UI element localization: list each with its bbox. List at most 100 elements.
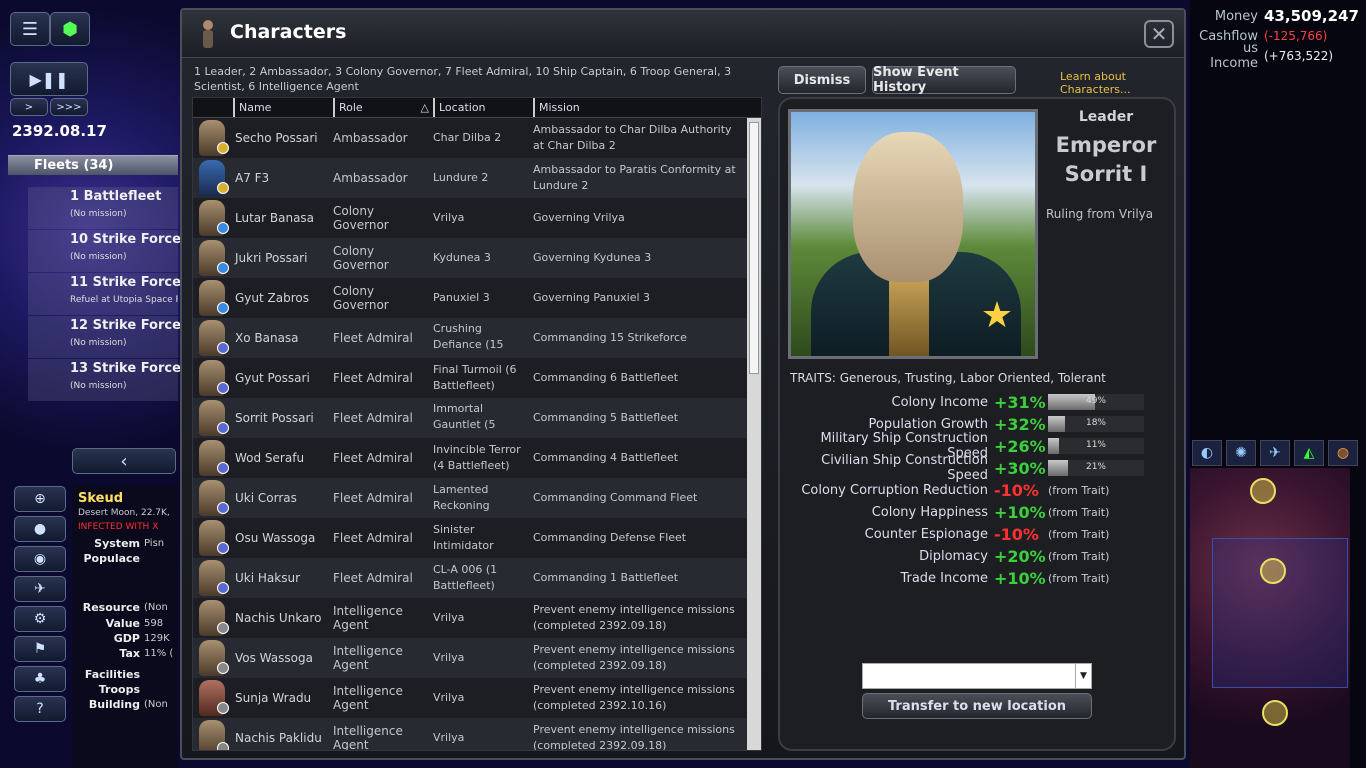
ship-icon[interactable]: ✈ <box>1260 440 1290 466</box>
table-row[interactable]: Wod Serafu Fleet Admiral Invincible Terror… <box>193 438 761 478</box>
target-button[interactable]: ⊕ <box>14 486 66 512</box>
show-event-history-button[interactable]: Show Event History <box>872 65 1016 95</box>
table-row[interactable]: Lutar Banasa Colony Governor Vrilya Governi… <box>193 198 761 238</box>
column-mission[interactable]: Mission <box>533 98 747 117</box>
planet-alert: INFECTED WITH X <box>78 522 159 532</box>
dismiss-button[interactable]: Dismiss <box>778 66 866 94</box>
eye-button[interactable]: ◉ <box>14 546 66 572</box>
bonus-bar-label: 11% <box>1085 440 1106 450</box>
location-select[interactable]: ▼ <box>862 663 1092 689</box>
cell-name: Wod Serafu <box>235 451 305 465</box>
character-avatar <box>193 478 233 518</box>
column-location[interactable]: Location <box>433 98 533 117</box>
fleet-item[interactable]: 1 Battlefleet (No mission) <box>28 187 178 229</box>
speed-max-button[interactable]: >>> <box>50 98 88 116</box>
fleets-header[interactable]: Fleets (34) <box>8 155 178 175</box>
role-badge-icon <box>217 222 229 234</box>
fleet-status: Refuel at Utopia Space Po <box>70 295 178 305</box>
cell-location: Crushing Defiance (15 Strikeforce) <box>433 322 504 355</box>
menu-button[interactable]: ☰ <box>10 12 50 46</box>
play-pause-button[interactable]: ▶❚❚ <box>10 62 88 96</box>
bonus-label: Colony Income <box>891 394 989 410</box>
cell-name: Lutar Banasa <box>235 211 315 225</box>
role-badge-icon <box>217 302 229 314</box>
column-name[interactable]: Name <box>233 98 333 117</box>
table-row[interactable]: Vos Wassoga Intelligence Agent Vrilya Preve… <box>193 638 761 678</box>
cell-mission: Commanding 1 Battlefleet <box>533 571 679 584</box>
planet-view-button[interactable]: ● <box>14 516 66 542</box>
cell-name: Uki Haksur <box>235 571 300 585</box>
table-row[interactable]: Gyut Possari Fleet Admiral Final Turmoil (… <box>193 358 761 398</box>
planet-field: Populace <box>83 552 141 565</box>
bonus-value: +10% <box>994 568 1046 588</box>
table-row[interactable]: Sorrit Possari Fleet Admiral Immortal Gaun… <box>193 398 761 438</box>
globe-icon[interactable]: ◍ <box>1328 440 1358 466</box>
character-avatar <box>193 598 233 638</box>
cell-mission: Ambassador to Char Dilba Authority at Ch… <box>533 123 732 152</box>
cell-role: Fleet Admiral <box>333 331 413 345</box>
character-location: Ruling from Vrilya <box>1046 207 1154 221</box>
table-row[interactable]: Osu Wassoga Fleet Admiral Sinister Intimid… <box>193 518 761 558</box>
learn-link[interactable]: Learn about Characters... <box>1060 70 1184 96</box>
cell-mission: Governing Vrilya <box>533 211 625 224</box>
flag-button[interactable]: ⚑ <box>14 636 66 662</box>
fleet-name: 1 Battlefleet <box>70 189 162 204</box>
table-row[interactable]: Gyut Zabros Colony Governor Panuxiel 3 Gove… <box>193 278 761 318</box>
cell-name: Jukri Possari <box>235 251 308 265</box>
cell-mission: Prevent enemy intelligence missions (com… <box>533 603 735 632</box>
cell-location: Vrilya <box>433 731 465 744</box>
table-row[interactable]: Nachis Unkaro Intelligence Agent Vrilya Pre… <box>193 598 761 638</box>
fleet-item[interactable]: 13 Strike Force (No mission) <box>28 359 181 401</box>
planet-icon[interactable]: ◐ <box>1192 440 1222 466</box>
table-row[interactable]: Nachis Paklidu Intelligence Agent Vrilya Pr… <box>193 718 761 750</box>
cell-location: Final Turmoil (6 Battlefleet) <box>433 363 517 392</box>
help-button[interactable]: ⬢ <box>50 12 90 46</box>
cell-mission: Commanding Defense Fleet <box>533 531 687 544</box>
fleet-status: (No mission) <box>70 209 127 219</box>
galaxy-icon[interactable]: ✺ <box>1226 440 1256 466</box>
ship-button[interactable]: ✈ <box>14 576 66 602</box>
troops-button[interactable]: ♣ <box>14 666 66 692</box>
character-avatar <box>193 358 233 398</box>
character-avatar <box>193 238 233 278</box>
table-row[interactable]: Sunja Wradu Intelligence Agent Vrilya Preve… <box>193 678 761 718</box>
table-row[interactable]: Jukri Possari Colony Governor Kydunea 3 Gov… <box>193 238 761 278</box>
planet-name: Skeud <box>78 491 124 506</box>
fleet-status: (No mission) <box>70 381 127 391</box>
bonus-source: (from Trait) <box>1048 571 1110 585</box>
table-row[interactable]: Uki Haksur Fleet Admiral CL-A 006 (1 Battl… <box>193 558 761 598</box>
chevron-down-icon[interactable]: ▼ <box>1075 664 1091 688</box>
fleet-name: 12 Strike Force <box>70 318 181 333</box>
cell-role: Fleet Admiral <box>333 531 413 545</box>
close-button[interactable]: ✕ <box>1144 20 1174 48</box>
fleet-item[interactable]: 10 Strike Force (No mission) <box>28 230 181 272</box>
menu-icon: ☰ <box>21 18 39 40</box>
fleet-item[interactable]: 11 Strike Force Refuel at Utopia Space Po <box>28 273 181 315</box>
cell-location: Char Dilba 2 <box>433 131 502 144</box>
cell-name: Gyut Possari <box>235 371 310 385</box>
character-name: Sorrit I <box>1064 162 1148 186</box>
transfer-button[interactable]: Transfer to new location <box>862 693 1092 719</box>
role-badge-icon <box>217 182 229 194</box>
planet-field: System Pisn <box>94 536 165 550</box>
table-row[interactable]: Uki Corras Fleet Admiral Lamented Reckonin… <box>193 478 761 518</box>
cell-location: Sinister Intimidator <box>433 523 494 552</box>
cell-role: Fleet Admiral <box>333 371 413 385</box>
radar-icon[interactable]: ◭ <box>1294 440 1324 466</box>
table-row[interactable]: A7 F3 Ambassador Lundure 2 Ambassador to Pa… <box>193 158 761 198</box>
column-role[interactable]: Role △ <box>333 98 433 117</box>
question-icon: ? <box>36 701 44 717</box>
question-button[interactable]: ? <box>14 696 66 722</box>
bonus-bar: 21% <box>1048 460 1144 476</box>
table-row[interactable]: Xo Banasa Fleet Admiral Crushing Defiance … <box>193 318 761 358</box>
speed-up-button[interactable]: > <box>10 98 48 116</box>
minimap[interactable] <box>1190 468 1350 768</box>
fleet-item[interactable]: 12 Strike Force (No mission) <box>28 316 181 358</box>
table-scrollbar[interactable] <box>747 118 761 750</box>
character-avatar <box>193 198 233 238</box>
table-row[interactable]: Secho Possari Ambassador Char Dilba 2 Ambas… <box>193 118 761 158</box>
scrollbar-thumb[interactable] <box>749 122 759 374</box>
gear-button[interactable]: ⚙ <box>14 606 66 632</box>
role-badge-icon <box>217 422 229 434</box>
collapse-panel-button[interactable]: ‹ <box>72 448 176 474</box>
